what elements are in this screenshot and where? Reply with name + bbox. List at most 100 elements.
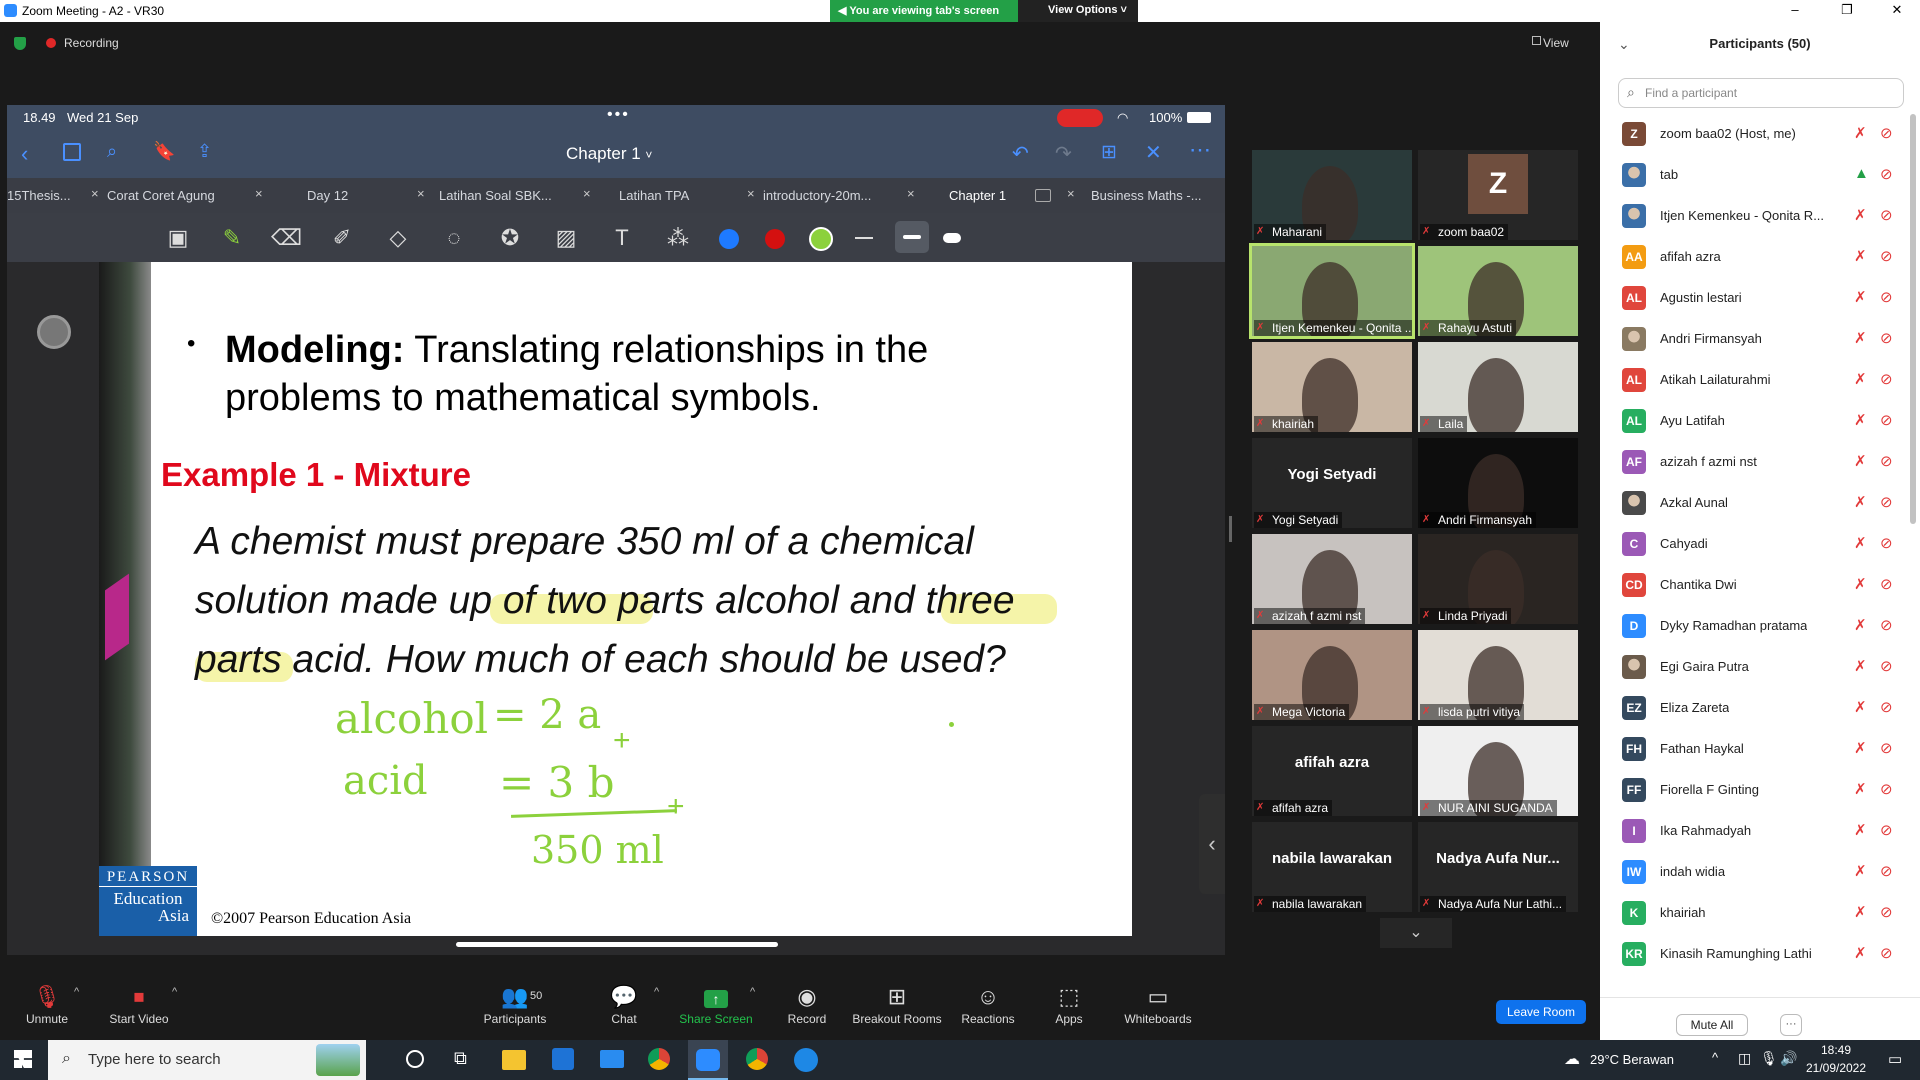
- chrome-profile-icon[interactable]: [746, 1048, 768, 1070]
- video-tile[interactable]: Laila ✗: [1418, 342, 1578, 432]
- muted-mic-icon[interactable]: ✗: [1854, 944, 1867, 962]
- video-off-icon[interactable]: ⊘: [1880, 370, 1893, 388]
- tray-chevron-icon[interactable]: ^: [1712, 1050, 1718, 1065]
- microphone-tray-icon[interactable]: 🎙: [1760, 1050, 1778, 1067]
- tab-latihan-soal[interactable]: Latihan Soal SBK...: [439, 188, 552, 203]
- unmute-button[interactable]: 🎙 Unmute: [22, 982, 72, 1026]
- participant-row[interactable]: KR Kinasih Ramunghing Lathi ✗ ⊘: [1600, 933, 1910, 974]
- participants-scrollbar[interactable]: [1910, 114, 1916, 524]
- close-tab-icon[interactable]: ×: [907, 186, 915, 201]
- video-off-icon[interactable]: ⊘: [1880, 206, 1893, 224]
- video-tile[interactable]: afifah azra afifah azra ✗: [1252, 726, 1412, 816]
- laser-pointer-icon[interactable]: ⁂: [663, 223, 693, 253]
- tab-corat-coret[interactable]: Corat Coret Agung: [107, 188, 215, 203]
- video-tile[interactable]: Mega Victoria ✗: [1252, 630, 1412, 720]
- multitask-dots-icon[interactable]: •••: [607, 106, 630, 124]
- volume-icon[interactable]: 🔊: [1780, 1050, 1797, 1067]
- video-tile[interactable]: Nadya Aufa Nur... Nadya Aufa Nur Lathi...…: [1418, 822, 1578, 912]
- shapes-icon[interactable]: ◇: [383, 223, 413, 253]
- stroke-thick-option[interactable]: [943, 233, 961, 243]
- video-off-icon[interactable]: ⊘: [1880, 329, 1893, 347]
- clock-date[interactable]: 21/09/2022: [1796, 1061, 1876, 1075]
- participant-row[interactable]: Kkhairiah ✗ ⊘: [1600, 892, 1910, 933]
- tab-15thesis[interactable]: 15Thesis...: [7, 188, 71, 203]
- participant-row[interactable]: I Ika Rahmadyah ✗ ⊘: [1600, 810, 1910, 851]
- recording-label[interactable]: Recording: [64, 36, 119, 50]
- sticker-icon[interactable]: ✪: [495, 223, 525, 253]
- cortana-icon[interactable]: [406, 1050, 424, 1068]
- participant-row[interactable]: AL Atikah Lailaturahmi ✗ ⊘: [1600, 359, 1910, 400]
- participant-row[interactable]: Egi Gaira Putra ✗ ⊘: [1600, 646, 1910, 687]
- tab-chapter-1[interactable]: Chapter 1: [949, 188, 1006, 203]
- reactions-button[interactable]: ☺ Reactions: [960, 982, 1016, 1026]
- close-pen-icon[interactable]: ✕: [1145, 140, 1162, 165]
- assistive-touch-button[interactable]: [37, 315, 71, 349]
- video-off-icon[interactable]: ⊘: [1880, 616, 1893, 634]
- video-off-icon[interactable]: ⊘: [1880, 288, 1893, 306]
- start-video-button[interactable]: ⏹ Start Video: [104, 982, 174, 1026]
- muted-mic-icon[interactable]: ✗: [1854, 493, 1867, 511]
- video-off-icon[interactable]: ⊘: [1880, 452, 1893, 470]
- taskbar-search-box[interactable]: ⌕ Type here to search: [48, 1040, 366, 1080]
- participant-row[interactable]: AA afifah azra ✗ ⊘: [1600, 236, 1910, 277]
- close-tab-icon[interactable]: ×: [91, 186, 99, 201]
- whiteboards-button[interactable]: ▭ Whiteboards: [1120, 982, 1196, 1026]
- video-tile[interactable]: Linda Priyadi ✗: [1418, 534, 1578, 624]
- splitter-handle[interactable]: [1229, 516, 1232, 542]
- participant-row[interactable]: Itjen Kemenkeu - Qonita R... ✗ ⊘: [1600, 195, 1910, 236]
- video-off-icon[interactable]: ⊘: [1880, 247, 1893, 265]
- video-tile[interactable]: NUR AINI SUGANDA ✗: [1418, 726, 1578, 816]
- video-tile[interactable]: Andri Firmansyah ✗: [1418, 438, 1578, 528]
- share-icon[interactable]: ⇪: [197, 141, 212, 162]
- record-button[interactable]: ◉ Record: [782, 982, 832, 1026]
- image-icon[interactable]: ▨: [551, 223, 581, 253]
- minimize-button[interactable]: –: [1780, 2, 1810, 20]
- video-off-icon[interactable]: ⊘: [1880, 657, 1893, 675]
- muted-mic-icon[interactable]: ✗: [1854, 862, 1867, 880]
- split-view-icon[interactable]: [1035, 189, 1051, 202]
- video-off-icon[interactable]: ⊘: [1880, 698, 1893, 716]
- participants-button[interactable]: 👥 Participants: [480, 982, 550, 1026]
- video-off-icon[interactable]: ⊘: [1880, 124, 1893, 142]
- muted-mic-icon[interactable]: ✗: [1854, 657, 1867, 675]
- close-tab-icon[interactable]: ×: [747, 186, 755, 201]
- eraser-icon[interactable]: ⌫: [271, 223, 302, 253]
- share-screen-button[interactable]: ↑ Share Screen: [676, 982, 756, 1026]
- store-icon[interactable]: [552, 1048, 574, 1070]
- participant-row[interactable]: Zzoom baa02 (Host, me) ✗ ⊘: [1600, 113, 1910, 154]
- gallery-scroll-down-button[interactable]: ⌄: [1380, 918, 1452, 948]
- color-blue-swatch[interactable]: [719, 229, 739, 249]
- task-view-icon[interactable]: ⧉: [454, 1048, 467, 1069]
- highlighter-icon[interactable]: ✐: [327, 223, 357, 253]
- muted-mic-icon[interactable]: ✗: [1854, 329, 1867, 347]
- tab-introductory[interactable]: introductory-20m...: [763, 188, 871, 203]
- bookmark-icon[interactable]: 🔖: [153, 141, 175, 162]
- muted-mic-icon[interactable]: ✗: [1854, 616, 1867, 634]
- add-page-icon[interactable]: ⊞: [1101, 141, 1117, 164]
- close-tab-icon[interactable]: ×: [255, 186, 263, 201]
- encryption-shield-icon[interactable]: [14, 37, 26, 50]
- video-off-icon[interactable]: ⊘: [1880, 821, 1893, 839]
- participant-row[interactable]: Azkal Aunal ✗ ⊘: [1600, 482, 1910, 523]
- tab-business-maths[interactable]: Business Maths -...: [1091, 188, 1202, 203]
- chrome-icon[interactable]: [648, 1048, 670, 1070]
- back-icon[interactable]: ‹: [21, 141, 28, 167]
- muted-mic-icon[interactable]: ✗: [1854, 739, 1867, 757]
- network-icon[interactable]: ◫: [1738, 1050, 1751, 1067]
- audio-options-chevron-icon[interactable]: ^: [74, 986, 79, 998]
- search-icon[interactable]: ⌕: [107, 141, 117, 162]
- sharing-icon[interactable]: ▲: [1854, 165, 1869, 182]
- color-green-swatch[interactable]: [809, 227, 833, 251]
- mail-icon[interactable]: [600, 1050, 624, 1068]
- mute-all-button[interactable]: Mute All: [1676, 1014, 1748, 1036]
- muted-mic-icon[interactable]: ✗: [1854, 206, 1867, 224]
- document-title[interactable]: Chapter 1 ˅: [566, 144, 652, 164]
- close-tab-icon[interactable]: ×: [1067, 186, 1075, 201]
- video-off-icon[interactable]: ⊘: [1880, 411, 1893, 429]
- teamviewer-icon[interactable]: [794, 1048, 818, 1072]
- lasso-icon[interactable]: ◌: [439, 223, 469, 253]
- muted-mic-icon[interactable]: ✗: [1854, 780, 1867, 798]
- apps-button[interactable]: ⬚ Apps: [1052, 982, 1086, 1026]
- participant-row[interactable]: CD Chantika Dwi ✗ ⊘: [1600, 564, 1910, 605]
- leave-room-button[interactable]: Leave Room: [1496, 1000, 1586, 1024]
